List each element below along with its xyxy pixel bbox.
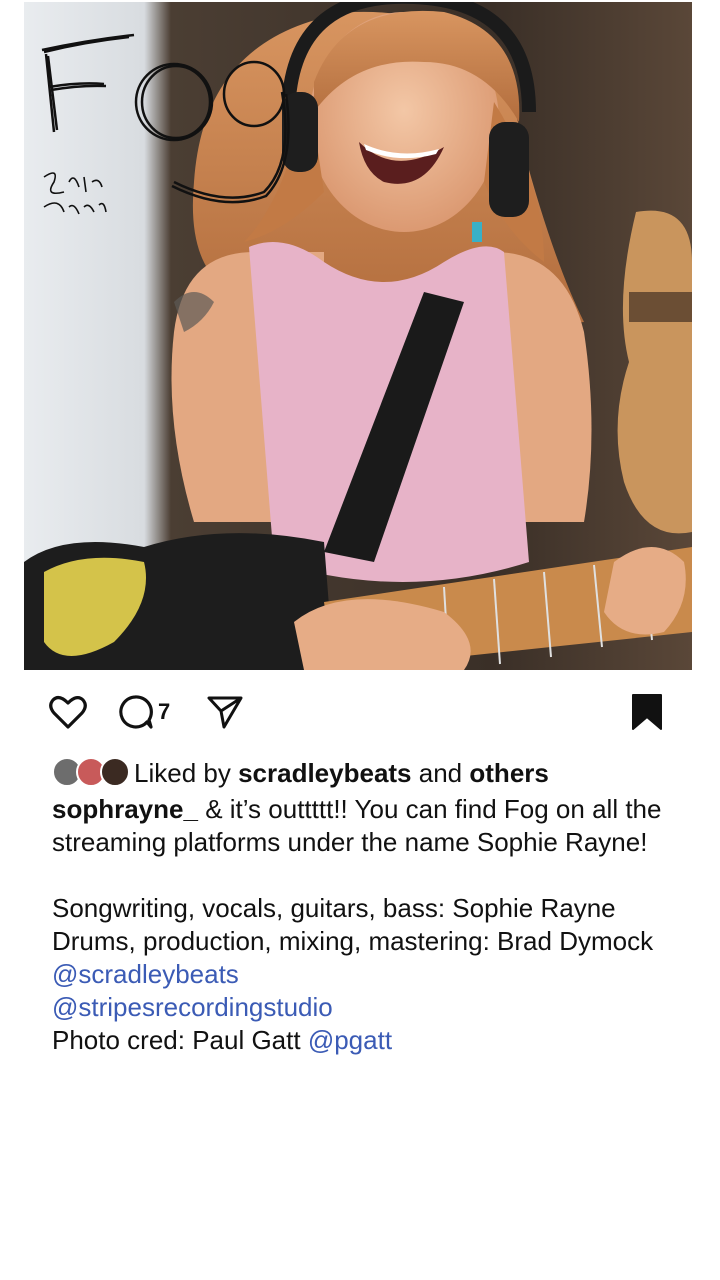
share-button[interactable] xyxy=(206,690,244,734)
bottom-blank-area xyxy=(0,1116,720,1280)
comment-icon xyxy=(119,695,153,729)
liked-by-row[interactable]: Liked by scradleybeats and others xyxy=(52,755,549,791)
liked-by-others[interactable]: others xyxy=(469,758,548,789)
liked-by-user[interactable]: scradleybeats xyxy=(238,758,411,789)
comment-count: 7 xyxy=(158,699,171,724)
post-caption: sophrayne_ & it’s outtttt!! You can find… xyxy=(52,793,672,1115)
caption-credit-songwriting: Songwriting, vocals, guitars, bass: Soph… xyxy=(52,893,616,923)
mention-scradleybeats[interactable]: @scradleybeats xyxy=(52,959,239,989)
heart-icon xyxy=(49,696,87,729)
comment-button[interactable]: 7 xyxy=(116,690,170,734)
caption-credit-production: Drums, production, mixing, mastering: Br… xyxy=(52,926,654,956)
caption-photo-credit: Photo cred: Paul Gatt xyxy=(52,1025,301,1055)
liker-avatars xyxy=(52,757,130,789)
save-button[interactable] xyxy=(630,690,664,734)
caption-username[interactable]: sophrayne_ xyxy=(52,794,198,824)
like-button[interactable] xyxy=(48,690,88,734)
send-icon xyxy=(207,696,243,729)
liked-by-and: and xyxy=(418,757,463,788)
post-photo xyxy=(24,2,692,670)
bookmark-filled-icon xyxy=(632,694,662,730)
mention-stripesrecordingstudio[interactable]: @stripesrecordingstudio xyxy=(52,992,333,1022)
post-image[interactable] xyxy=(24,2,692,670)
liked-by-prefix: Liked by xyxy=(134,757,231,788)
mention-pgatt[interactable]: @pgatt xyxy=(308,1025,392,1055)
avatar xyxy=(100,757,130,787)
post-actions: 7 xyxy=(48,690,668,734)
